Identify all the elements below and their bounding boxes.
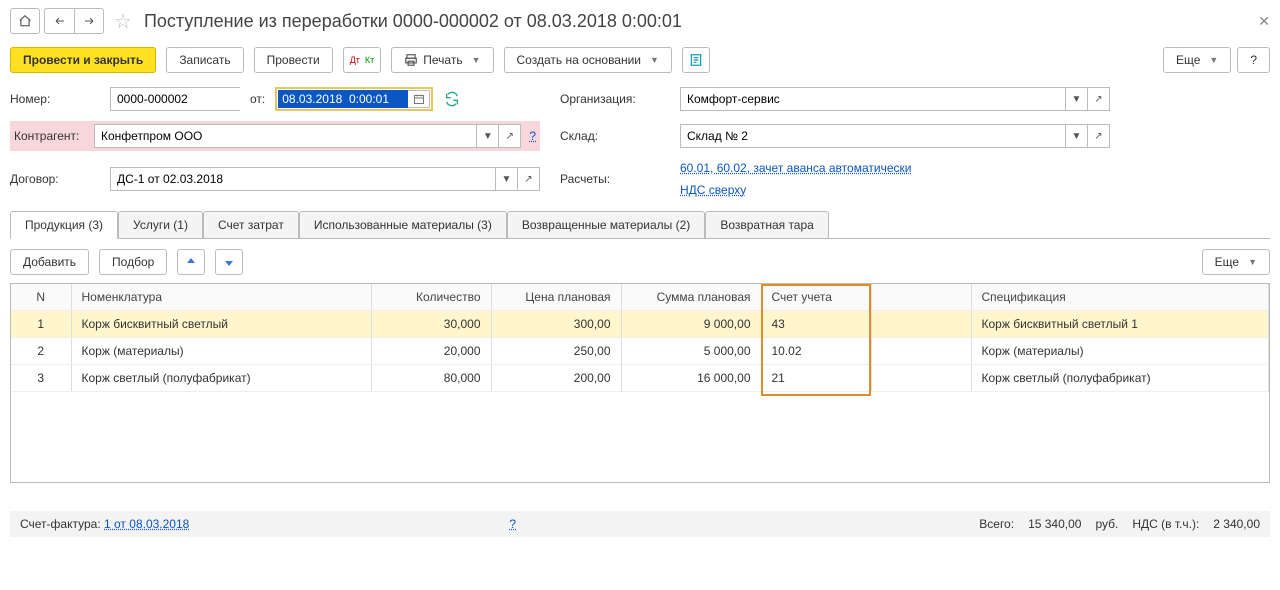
forward-button[interactable]	[74, 8, 104, 34]
move-up-icon[interactable]	[177, 249, 205, 275]
kontr-dropdown-icon[interactable]: ▼	[476, 125, 498, 147]
kontr-label: Контрагент:	[14, 129, 86, 143]
sf-help-icon[interactable]: ?	[509, 517, 516, 531]
cell-sum: 9 000,00	[621, 311, 761, 338]
print-label: Печать	[423, 53, 462, 67]
currency: руб.	[1095, 517, 1118, 531]
tab-costacc[interactable]: Счет затрат	[203, 211, 299, 239]
home-button[interactable]	[10, 8, 40, 34]
cell-n: 2	[11, 338, 71, 365]
table-row[interactable]: 3Корж светлый (полуфабрикат)80,000200,00…	[11, 365, 1269, 392]
page-title: Поступление из переработки 0000-000002 о…	[144, 11, 682, 32]
star-icon[interactable]: ☆	[114, 9, 132, 34]
from-label: от:	[250, 92, 265, 106]
cell-nom: Корж (материалы)	[71, 338, 371, 365]
col-acct[interactable]: Счет учета	[761, 284, 871, 311]
tab-product[interactable]: Продукция (3)	[10, 211, 118, 239]
cell-acct: 10.02	[761, 338, 871, 365]
cell-prc: 250,00	[491, 338, 621, 365]
number-label: Номер:	[10, 92, 90, 106]
write-button[interactable]: Записать	[166, 47, 243, 73]
more-label: Еще	[1176, 53, 1200, 67]
kontr-open-icon[interactable]: ↗	[498, 125, 520, 147]
tabs-bar: Продукция (3) Услуги (1) Счет затрат Исп…	[10, 211, 1270, 239]
col-n[interactable]: N	[11, 284, 71, 311]
add-row-button[interactable]: Добавить	[10, 249, 89, 275]
date-input[interactable]	[278, 90, 408, 108]
sklad-dropdown-icon[interactable]: ▼	[1065, 125, 1087, 147]
total-value: 15 340,00	[1028, 517, 1081, 531]
cell-n: 3	[11, 365, 71, 392]
cell-acct: 21	[761, 365, 871, 392]
create-based-button[interactable]: Создать на основании▼	[504, 47, 672, 73]
calendar-icon[interactable]	[408, 90, 430, 108]
cell-prc: 300,00	[491, 311, 621, 338]
sf-link[interactable]: 1 от 08.03.2018	[104, 517, 189, 531]
move-down-icon[interactable]	[215, 249, 243, 275]
org-input[interactable]	[681, 88, 1065, 110]
pick-button[interactable]: Подбор	[99, 249, 167, 275]
sklad-label: Склад:	[560, 129, 660, 143]
tab-rettara[interactable]: Возвратная тара	[705, 211, 829, 239]
cell-sum: 16 000,00	[621, 365, 761, 392]
sf-label: Счет-фактура:	[20, 517, 101, 531]
tab-more-button[interactable]: Еще▼	[1202, 249, 1270, 275]
sklad-input[interactable]	[681, 125, 1065, 147]
product-table[interactable]: N Номенклатура Количество Цена плановая …	[11, 284, 1269, 392]
report-button[interactable]	[682, 47, 710, 73]
cell-qty: 30,000	[371, 311, 491, 338]
table-row[interactable]: 1Корж бисквитный светлый30,000300,009 00…	[11, 311, 1269, 338]
close-icon[interactable]: ✕	[1258, 13, 1270, 30]
cell-spec: Корж (материалы)	[971, 338, 1269, 365]
cell-nom: Корж светлый (полуфабрикат)	[71, 365, 371, 392]
more-button[interactable]: Еще▼	[1163, 47, 1231, 73]
post-button[interactable]: Провести	[254, 47, 333, 73]
vat-label: НДС (в т.ч.):	[1132, 517, 1199, 531]
cell-spec: Корж бисквитный светлый 1	[971, 311, 1269, 338]
col-prc[interactable]: Цена плановая	[491, 284, 621, 311]
vat-value: 2 340,00	[1213, 517, 1260, 531]
tab-service[interactable]: Услуги (1)	[118, 211, 203, 239]
cell-qty: 80,000	[371, 365, 491, 392]
vat-link[interactable]: НДС сверху	[680, 183, 1110, 197]
col-nom[interactable]: Номенклатура	[71, 284, 371, 311]
col-qty[interactable]: Количество	[371, 284, 491, 311]
org-open-icon[interactable]: ↗	[1087, 88, 1109, 110]
create-based-label: Создать на основании	[517, 53, 642, 67]
post-and-close-button[interactable]: Провести и закрыть	[10, 47, 156, 73]
dog-dropdown-icon[interactable]: ▼	[495, 168, 517, 190]
sync-icon[interactable]	[443, 90, 461, 108]
tab-retmat[interactable]: Возвращенные материалы (2)	[507, 211, 705, 239]
dog-input[interactable]	[111, 168, 495, 190]
col-spec[interactable]: Спецификация	[971, 284, 1269, 311]
cell-spec: Корж светлый (полуфабрикат)	[971, 365, 1269, 392]
total-label: Всего:	[979, 517, 1014, 531]
back-button[interactable]	[44, 8, 74, 34]
calc-label: Расчеты:	[560, 172, 660, 186]
table-row[interactable]: 2Корж (материалы)20,000250,005 000,0010.…	[11, 338, 1269, 365]
print-button[interactable]: Печать▼	[391, 47, 493, 73]
dog-open-icon[interactable]: ↗	[517, 168, 539, 190]
sklad-open-icon[interactable]: ↗	[1087, 125, 1109, 147]
calc-link[interactable]: 60.01, 60.02, зачет аванса автоматически	[680, 161, 1110, 175]
cell-n: 1	[11, 311, 71, 338]
cell-acct: 43	[761, 311, 871, 338]
cell-qty: 20,000	[371, 338, 491, 365]
cell-nom: Корж бисквитный светлый	[71, 311, 371, 338]
cell-sum: 5 000,00	[621, 338, 761, 365]
tab-usedmat[interactable]: Использованные материалы (3)	[299, 211, 507, 239]
col-sum[interactable]: Сумма плановая	[621, 284, 761, 311]
tab-more-label: Еще	[1215, 255, 1239, 269]
kontr-input[interactable]	[95, 125, 476, 147]
org-label: Организация:	[560, 92, 660, 106]
cell-prc: 200,00	[491, 365, 621, 392]
org-dropdown-icon[interactable]: ▼	[1065, 88, 1087, 110]
dog-label: Договор:	[10, 172, 90, 186]
dtkt-button[interactable]: ДтКт	[343, 47, 382, 73]
kontr-help-icon[interactable]: ?	[529, 129, 536, 143]
help-button[interactable]: ?	[1237, 47, 1270, 73]
